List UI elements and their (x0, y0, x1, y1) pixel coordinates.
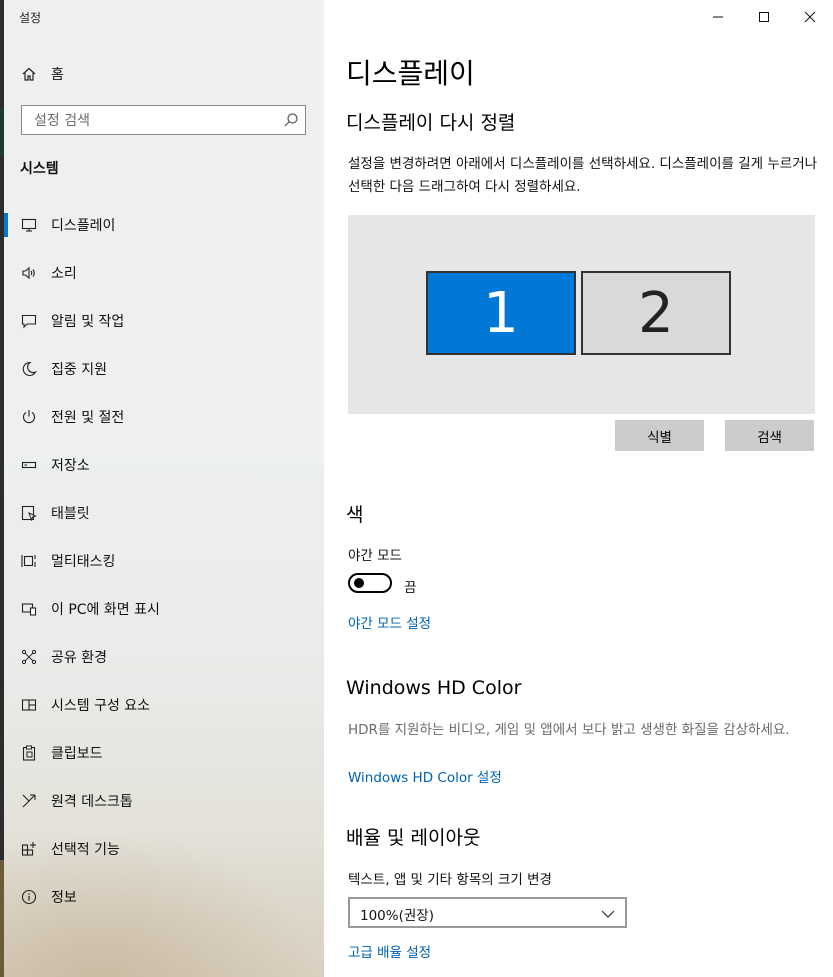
sidebar-item-multitasking[interactable]: 멀티태스킹 (4, 537, 324, 585)
minimize-icon (713, 16, 723, 18)
sidebar-item-label: 집중 지원 (51, 362, 107, 378)
clipboard-icon (20, 744, 38, 762)
sidebar-item-label: 디스플레이 (51, 218, 116, 234)
sidebar-item-focus-assist[interactable]: 집중 지원 (4, 345, 324, 393)
night-light-settings-link[interactable]: 야간 모드 설정 (348, 612, 431, 632)
scale-heading: 배율 및 레이아웃 (346, 827, 481, 849)
optional-features-icon (20, 840, 38, 858)
scale-label: 텍스트, 앱 및 기타 항목의 크기 변경 (348, 872, 552, 888)
sidebar-item-label: 정보 (51, 890, 77, 906)
hdr-settings-link[interactable]: Windows HD Color 설정 (348, 766, 502, 786)
nav-list: 디스플레이 소리 알림 및 작업 집중 지원 전원 및 절전 저장소 태블릿 멀… (4, 201, 324, 921)
monitor-icon (20, 216, 38, 234)
tablet-icon (20, 504, 38, 522)
sidebar-item-power[interactable]: 전원 및 절전 (4, 393, 324, 441)
search-icon[interactable] (283, 112, 299, 128)
search-input[interactable] (22, 106, 286, 136)
sidebar-item-label: 클립보드 (51, 746, 103, 762)
close-icon (804, 11, 816, 23)
display-arrangement-area: 1 2 (348, 215, 815, 414)
sidebar-item-components[interactable]: 시스템 구성 요소 (4, 681, 324, 729)
identify-button[interactable]: 식별 (615, 420, 704, 451)
sidebar-item-clipboard[interactable]: 클립보드 (4, 729, 324, 777)
sidebar-item-label: 시스템 구성 요소 (51, 698, 151, 714)
sidebar-item-optional-features[interactable]: 선택적 기능 (4, 825, 324, 873)
page-title: 디스플레이 (346, 57, 475, 90)
sidebar-item-label: 저장소 (51, 458, 90, 474)
sidebar: 설정 홈 시스템 디스플레이 소리 (4, 0, 324, 977)
sidebar-item-label: 태블릿 (51, 506, 90, 522)
sidebar-item-project[interactable]: 이 PC에 화면 표시 (4, 585, 324, 633)
scale-selected-value: 100%(권장) (360, 908, 434, 924)
settings-search[interactable] (21, 105, 306, 136)
project-icon (20, 600, 38, 618)
sidebar-item-label: 선택적 기능 (51, 842, 120, 858)
settings-window: 설정 홈 시스템 디스플레이 소리 (0, 0, 833, 977)
sidebar-item-notifications[interactable]: 알림 및 작업 (4, 297, 324, 345)
sidebar-item-display[interactable]: 디스플레이 (4, 201, 324, 249)
sidebar-item-about[interactable]: 정보 (4, 873, 324, 921)
scale-dropdown[interactable]: 100%(권장) (348, 897, 627, 928)
color-heading: 색 (346, 504, 364, 526)
app-title: 설정 (19, 11, 42, 25)
sidebar-item-label: 소리 (51, 266, 77, 282)
toggle-state-label: 끔 (404, 580, 417, 596)
home-label: 홈 (51, 67, 64, 83)
section-title: 시스템 (20, 161, 59, 177)
chevron-down-icon (601, 910, 615, 918)
night-light-toggle[interactable] (348, 573, 392, 593)
sidebar-item-tablet[interactable]: 태블릿 (4, 489, 324, 537)
multitasking-icon (20, 552, 38, 570)
sidebar-item-storage[interactable]: 저장소 (4, 441, 324, 489)
rearrange-description: 설정을 변경하려면 아래에서 디스플레이를 선택하세요. 디스플레이를 길게 누… (348, 156, 818, 195)
home-button[interactable]: 홈 (4, 56, 324, 92)
sidebar-item-label: 공유 환경 (51, 650, 107, 666)
maximize-icon (759, 12, 769, 22)
share-icon (20, 648, 38, 666)
sidebar-item-remote-desktop[interactable]: 원격 데스크톱 (4, 777, 324, 825)
speaker-icon (20, 264, 38, 282)
monitor-2[interactable]: 2 (581, 271, 731, 355)
moon-icon (20, 360, 38, 378)
monitor-1[interactable]: 1 (426, 271, 576, 355)
close-button[interactable] (787, 0, 833, 34)
hdr-description: HDR를 지원하는 비디오, 게임 및 앱에서 보다 밝고 생생한 화질을 감상… (348, 722, 790, 738)
sidebar-item-label: 원격 데스크톱 (51, 794, 133, 810)
remote-desktop-icon (20, 792, 38, 810)
main-content: 디스플레이 디스플레이 다시 정렬 설정을 변경하려면 아래에서 디스플레이를 … (324, 0, 833, 977)
sidebar-item-label: 알림 및 작업 (51, 314, 125, 330)
minimize-button[interactable] (695, 0, 741, 34)
components-icon (20, 696, 38, 714)
sidebar-item-sound[interactable]: 소리 (4, 249, 324, 297)
sidebar-item-label: 이 PC에 화면 표시 (51, 602, 160, 618)
home-icon (20, 65, 38, 83)
title-bar-controls (695, 0, 833, 34)
rearrange-heading: 디스플레이 다시 정렬 (346, 112, 516, 134)
sidebar-item-label: 전원 및 절전 (51, 410, 125, 426)
power-icon (20, 408, 38, 426)
sidebar-item-label: 멀티태스킹 (51, 554, 116, 570)
hdr-heading: Windows HD Color (346, 677, 522, 699)
message-icon (20, 312, 38, 330)
sidebar-item-shared-experiences[interactable]: 공유 환경 (4, 633, 324, 681)
detect-button[interactable]: 검색 (725, 420, 814, 451)
advanced-scaling-link[interactable]: 고급 배율 설정 (348, 941, 431, 961)
storage-icon (20, 456, 38, 474)
maximize-button[interactable] (741, 0, 787, 34)
night-light-label: 야간 모드 (348, 548, 402, 564)
info-icon (20, 888, 38, 906)
